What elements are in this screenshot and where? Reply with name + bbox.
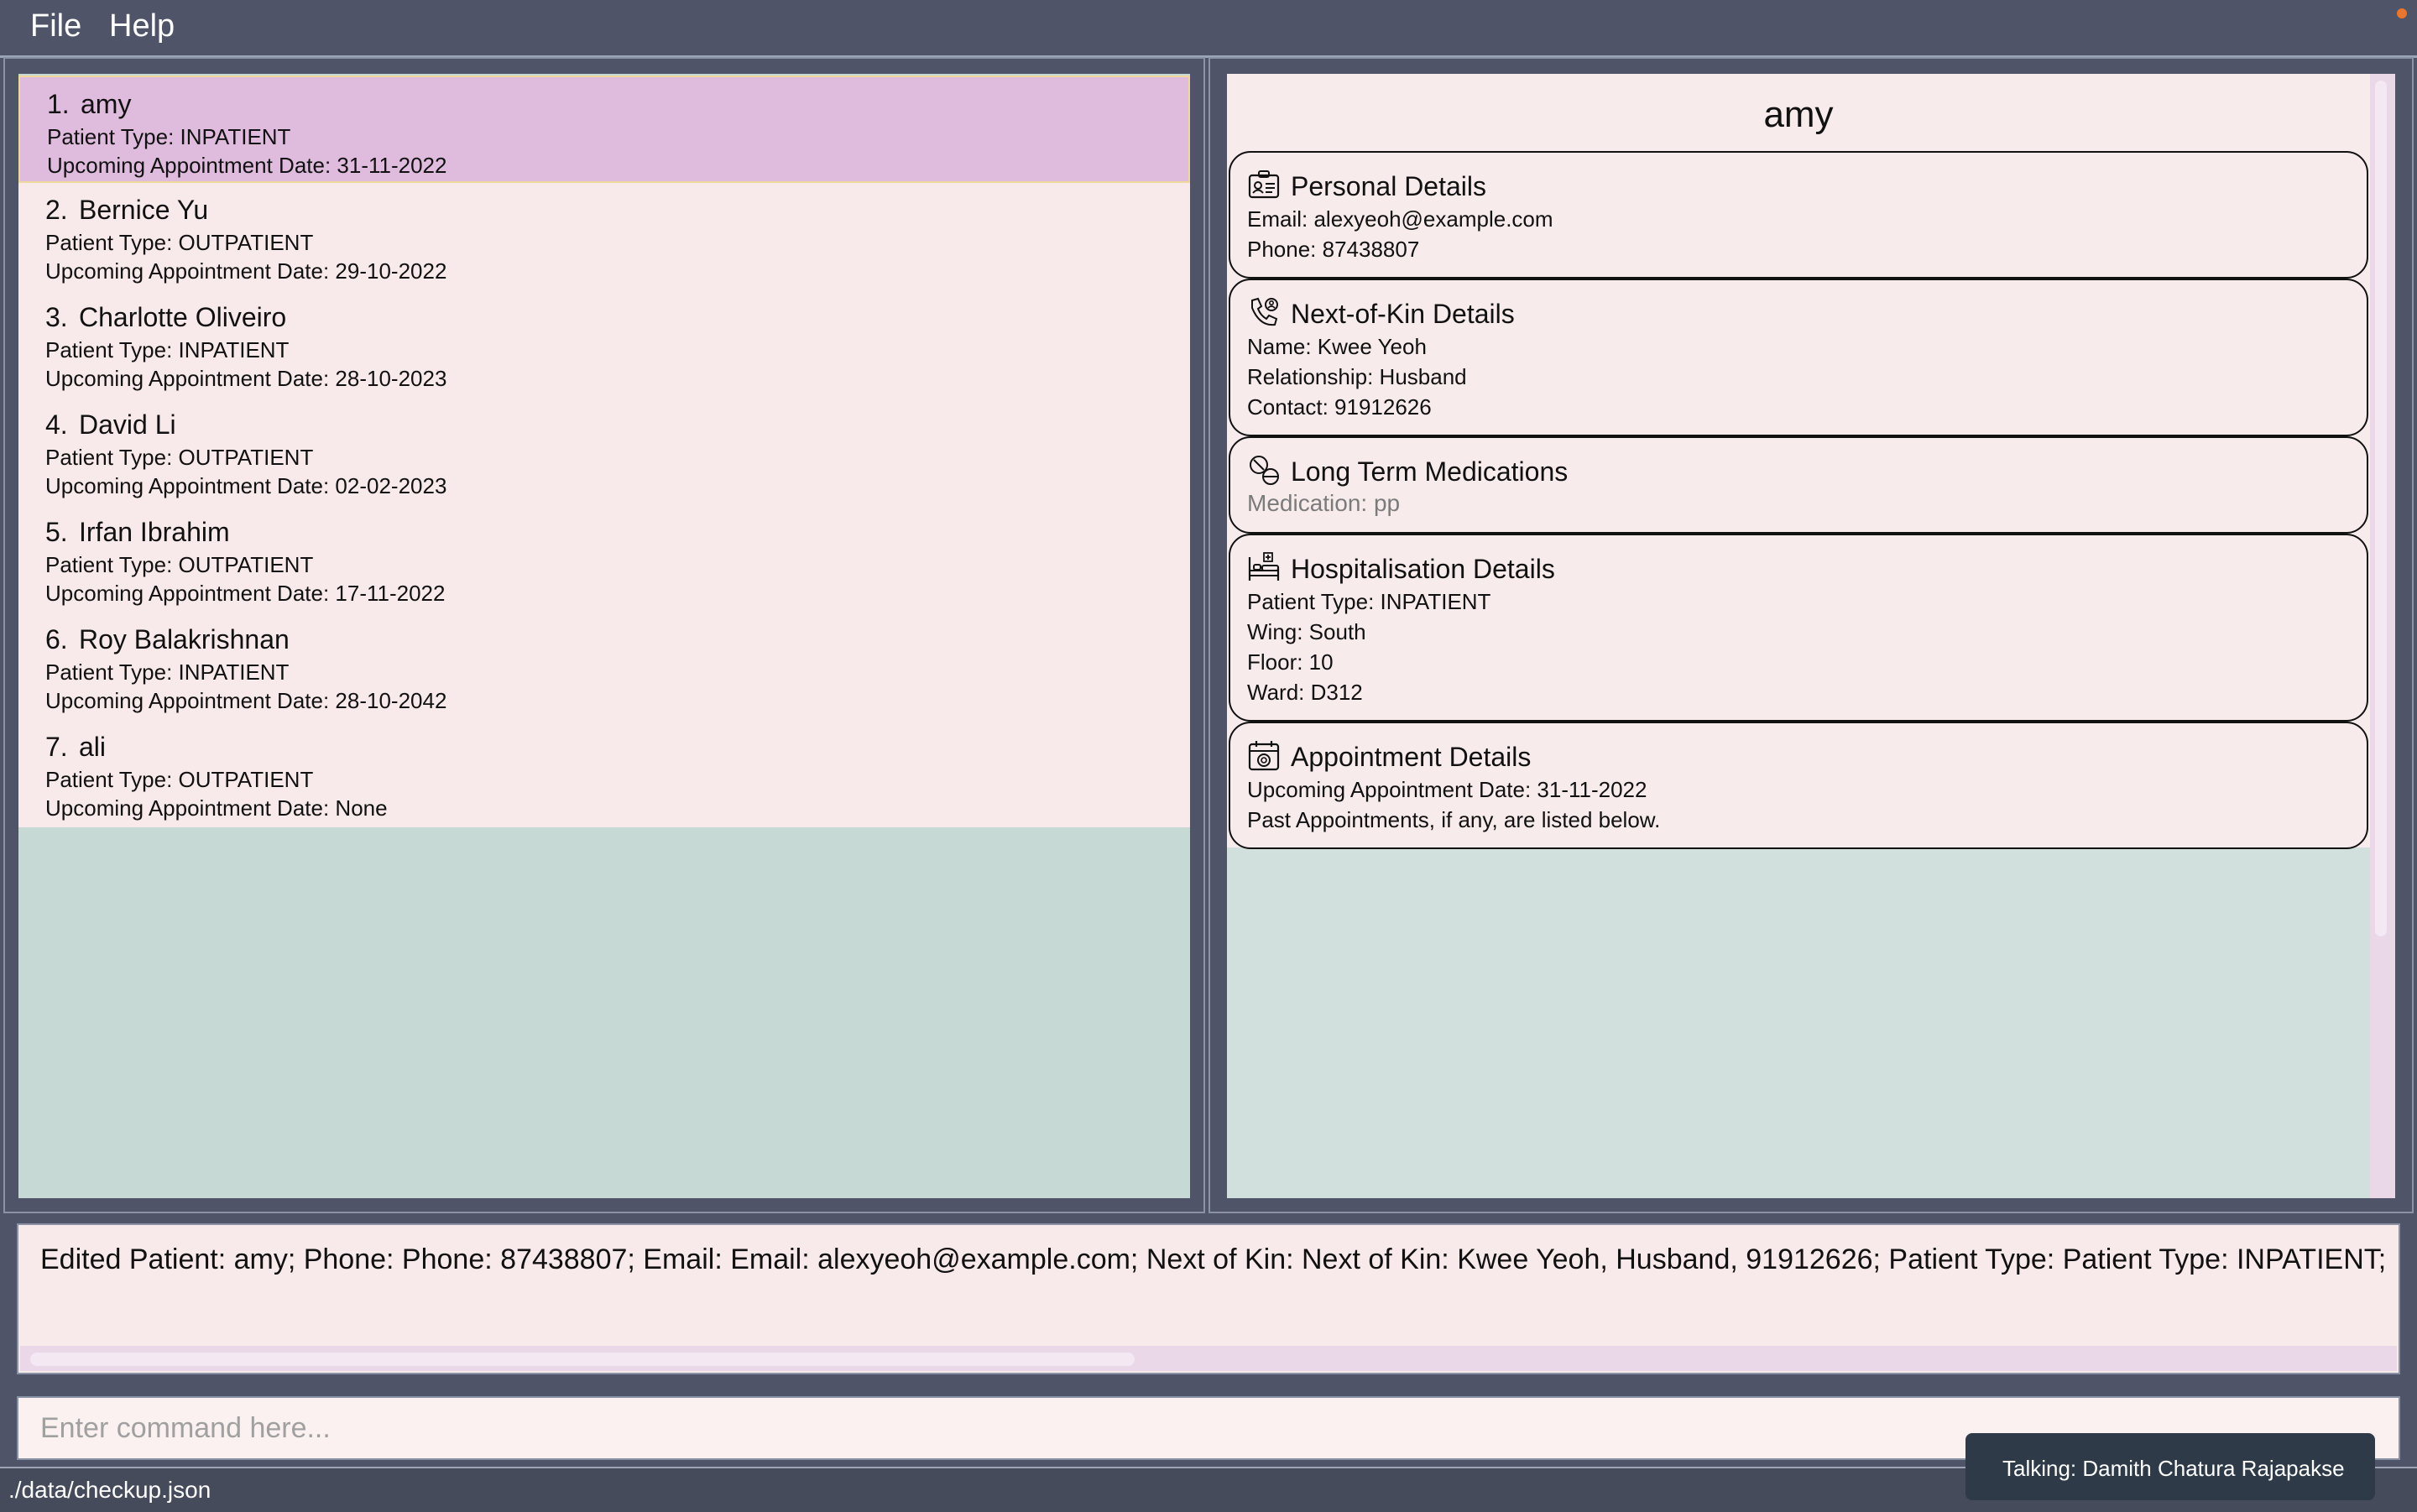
- ward-value: Ward: D312: [1247, 680, 1363, 705]
- nok-relationship-value: Relationship: Husband: [1247, 364, 1467, 389]
- result-message: Edited Patient: amy; Phone: Phone: 87438…: [40, 1243, 2395, 1275]
- patient-appointment: Upcoming Appointment Date: 02-02-2023: [45, 473, 447, 498]
- patient-card[interactable]: 1. amy Patient Type: INPATIENT Upcoming …: [18, 76, 1190, 183]
- patient-type: Patient Type: INPATIENT: [45, 337, 290, 362]
- patient-name: David Li: [79, 409, 176, 440]
- patient-index: 4.: [45, 409, 68, 440]
- section-title: Long Term Medications: [1291, 456, 1569, 487]
- pills-icon: [1250, 456, 1279, 485]
- patient-index: 2.: [45, 195, 68, 225]
- patient-appointment: Upcoming Appointment Date: 29-10-2022: [45, 258, 447, 284]
- patient-card[interactable]: 6. Roy Balakrishnan Patient Type: INPATI…: [18, 613, 1190, 720]
- patient-type: Patient Type: INPATIENT: [47, 124, 291, 149]
- patient-appointment: Upcoming Appointment Date: 31-11-2022: [47, 153, 447, 178]
- hospital-bed-icon: [1248, 552, 1280, 581]
- nok-contact-value: Contact: 91912626: [1247, 394, 1432, 420]
- patient-name: Charlotte Oliveiro: [79, 302, 287, 332]
- patient-name: Bernice Yu: [79, 195, 209, 225]
- email-value: Email: alexyeoh@example.com: [1247, 206, 1553, 232]
- section-title: Personal Details: [1291, 171, 1486, 201]
- patient-type: Patient Type: INPATIENT: [45, 660, 290, 685]
- patient-name: Irfan Ibrahim: [79, 517, 230, 547]
- phone-value: Phone: 87438807: [1247, 237, 1420, 262]
- hospitalisation-card: Hospitalisation Details Patient Type: IN…: [1229, 534, 2368, 722]
- patient-card[interactable]: 3. Charlotte Oliveiro Patient Type: INPA…: [18, 290, 1190, 398]
- patient-card[interactable]: 5. Irfan Ibrahim Patient Type: OUTPATIEN…: [18, 505, 1190, 613]
- save-location: ./data/checkup.json: [8, 1477, 211, 1503]
- patient-card[interactable]: 2. Bernice Yu Patient Type: OUTPATIENT U…: [18, 183, 1190, 290]
- menu-file[interactable]: File: [30, 8, 81, 44]
- detail-patient-name: amy: [1763, 94, 1834, 135]
- patient-type: Patient Type: OUTPATIENT: [45, 230, 314, 255]
- upcoming-appointment-value: Upcoming Appointment Date: 31-11-2022: [1247, 777, 1647, 802]
- detail-scrollbar-thumb[interactable]: [2375, 81, 2387, 936]
- notification-dot-icon: [2397, 8, 2407, 18]
- patient-type: Patient Type: OUTPATIENT: [45, 445, 314, 470]
- patient-appointment: Upcoming Appointment Date: 28-10-2042: [45, 688, 447, 713]
- past-appointments-note: Past Appointments, if any, are listed be…: [1247, 807, 1661, 832]
- medications-card: Long Term Medications Medication: pp: [1229, 436, 2368, 534]
- next-of-kin-card: Next-of-Kin Details Name: Kwee Yeoh Rela…: [1229, 279, 2368, 436]
- patient-name: ali: [79, 732, 107, 762]
- patient-appointment: Upcoming Appointment Date: 17-11-2022: [45, 581, 446, 606]
- floor-value: Floor: 10: [1247, 649, 1334, 675]
- patient-appointment: Upcoming Appointment Date: None: [45, 795, 388, 821]
- patient-type: Patient Type: OUTPATIENT: [45, 552, 314, 577]
- phone-contact-icon: [1251, 297, 1278, 326]
- patient-card[interactable]: 7. ali Patient Type: OUTPATIENT Upcoming…: [18, 720, 1190, 827]
- section-title: Hospitalisation Details: [1291, 554, 1555, 584]
- wing-value: Wing: South: [1247, 619, 1366, 644]
- patient-index: 1.: [47, 89, 70, 119]
- appointment-card: Appointment Details Upcoming Appointment…: [1229, 722, 2368, 849]
- talking-tooltip: Talking: Damith Chatura Rajapakse: [1965, 1433, 2375, 1500]
- personal-details-card: Personal Details Email: alexyeoh@example…: [1229, 151, 2368, 279]
- patient-name: Roy Balakrishnan: [79, 624, 290, 654]
- result-scrollbar-thumb[interactable]: [30, 1353, 1135, 1366]
- patient-index: 3.: [45, 302, 68, 332]
- patient-card[interactable]: 4. David Li Patient Type: OUTPATIENT Upc…: [18, 398, 1190, 505]
- patient-index: 6.: [45, 624, 68, 654]
- menu-bar: File Help: [0, 0, 2417, 58]
- section-title: Appointment Details: [1291, 742, 1532, 772]
- patient-index: 5.: [45, 517, 68, 547]
- patient-index: 7.: [45, 732, 68, 762]
- menu-help[interactable]: Help: [109, 8, 175, 44]
- patient-type: Patient Type: OUTPATIENT: [45, 767, 314, 792]
- patient-appointment: Upcoming Appointment Date: 28-10-2023: [45, 366, 447, 391]
- nok-name-value: Name: Kwee Yeoh: [1247, 334, 1427, 359]
- medication-value: Medication: pp: [1247, 490, 1401, 516]
- section-title: Next-of-Kin Details: [1291, 299, 1515, 329]
- patient-name: amy: [81, 89, 132, 119]
- calendar-icon: [1248, 741, 1280, 771]
- patient-type-value: Patient Type: INPATIENT: [1247, 589, 1491, 614]
- id-card-icon: [1248, 170, 1280, 199]
